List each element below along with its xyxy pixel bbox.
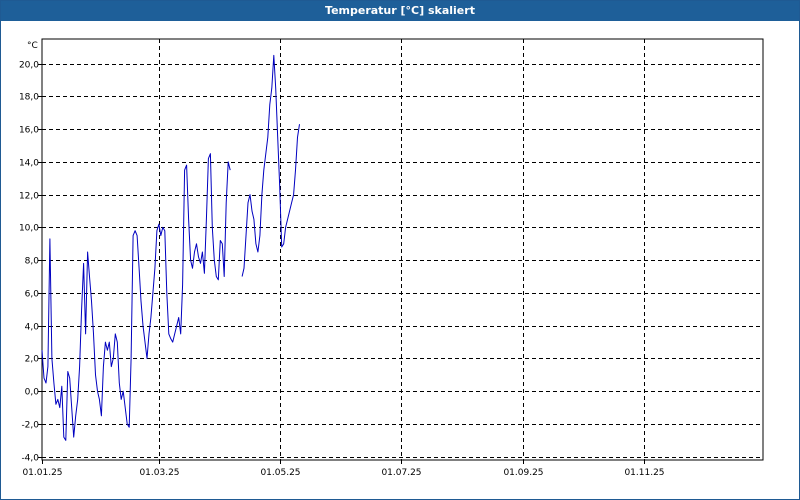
x-tick-label: 01.01.25	[22, 468, 62, 478]
chart-window: Temperatur [°C] skaliert 20,0 18,0 16,0 14,…	[0, 0, 800, 500]
temperature-chart: 20,0 18,0 16,0 14,0 12,0 10,0 8,0 6,0 4,0 2,0 0,0 -…	[19, 38, 764, 479]
tick-labels: 20,0 18,0 16,0 14,0 12,0 10,0 8,0 6,0 4,0 2,0 0,0 -…	[19, 61, 665, 479]
x-tick-label: 01.09.25	[503, 468, 543, 478]
series	[41, 54, 300, 441]
x-tick-label: 01.03.25	[139, 468, 179, 478]
grid	[42, 39, 763, 460]
y-tick-label: 8,0	[25, 257, 40, 267]
x-tick-label: 01.05.25	[260, 468, 300, 478]
y-tick-label: -4,0	[21, 454, 39, 464]
y-tick-label: 14,0	[19, 159, 39, 169]
y-tick-label: 16,0	[19, 126, 39, 136]
y-tick-label: 10,0	[19, 224, 39, 234]
y-tick-label: 12,0	[19, 192, 39, 202]
window-title: Temperatur [°C] skaliert	[1, 1, 799, 21]
y-tick-label: 2,0	[25, 355, 40, 365]
x-tick-label: 01.11.25	[624, 468, 664, 478]
y-tick-label: 18,0	[19, 93, 39, 103]
y-axis-unit-label: °C	[27, 41, 38, 51]
temperature-series-line	[41, 153, 231, 441]
x-tick-label: 01.07.25	[381, 468, 421, 478]
y-tick-label: 20,0	[19, 61, 39, 71]
y-tick-label: 0,0	[25, 388, 40, 398]
chart-area: 20,0 18,0 16,0 14,0 12,0 10,0 8,0 6,0 4,0 2,0 0,0 -…	[1, 21, 799, 499]
axes	[38, 38, 764, 464]
y-tick-label: -2,0	[21, 421, 39, 431]
plot-frame	[41, 38, 764, 461]
y-tick-label: 6,0	[25, 290, 40, 300]
temperature-series-line	[241, 54, 300, 277]
y-tick-label: 4,0	[25, 323, 40, 333]
